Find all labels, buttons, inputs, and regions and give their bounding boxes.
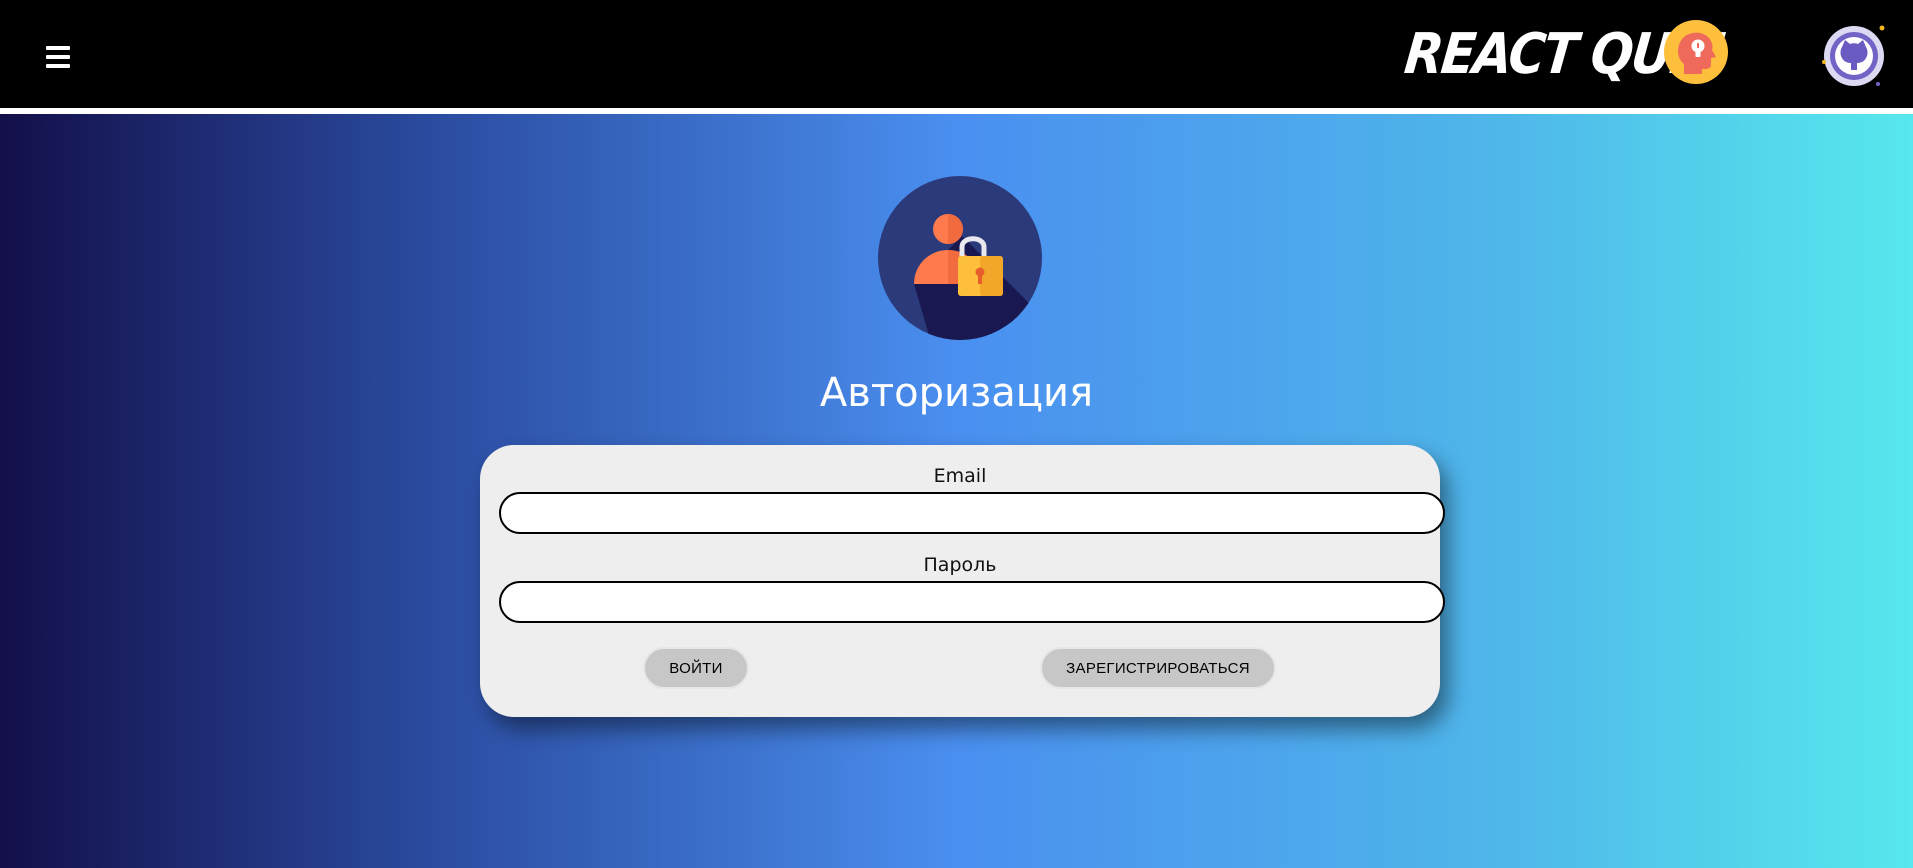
email-field[interactable] bbox=[499, 492, 1445, 534]
register-button[interactable]: ЗАРЕГИСТРИРОВАТЬСЯ bbox=[1040, 647, 1276, 689]
brand: REACT QUIZ bbox=[1402, 14, 1728, 94]
head-lightbulb-icon bbox=[1664, 20, 1728, 84]
email-label: Email bbox=[933, 465, 987, 487]
main-content: Авторизация Email Пароль ВОЙТИ ЗАРЕГИСТР… bbox=[0, 114, 1913, 868]
password-field[interactable] bbox=[499, 581, 1445, 623]
github-octocat-icon[interactable] bbox=[1820, 22, 1888, 90]
app-header: REACT QUIZ bbox=[0, 0, 1913, 108]
password-label: Пароль bbox=[923, 554, 997, 576]
login-form: Email Пароль ВОЙТИ ЗАРЕГИСТРИРОВАТЬСЯ bbox=[480, 445, 1445, 717]
page-title: Авторизация bbox=[819, 370, 1094, 416]
hamburger-menu-icon[interactable] bbox=[46, 46, 72, 68]
login-button[interactable]: ВОЙТИ bbox=[643, 647, 749, 689]
user-lock-icon bbox=[878, 176, 1042, 340]
